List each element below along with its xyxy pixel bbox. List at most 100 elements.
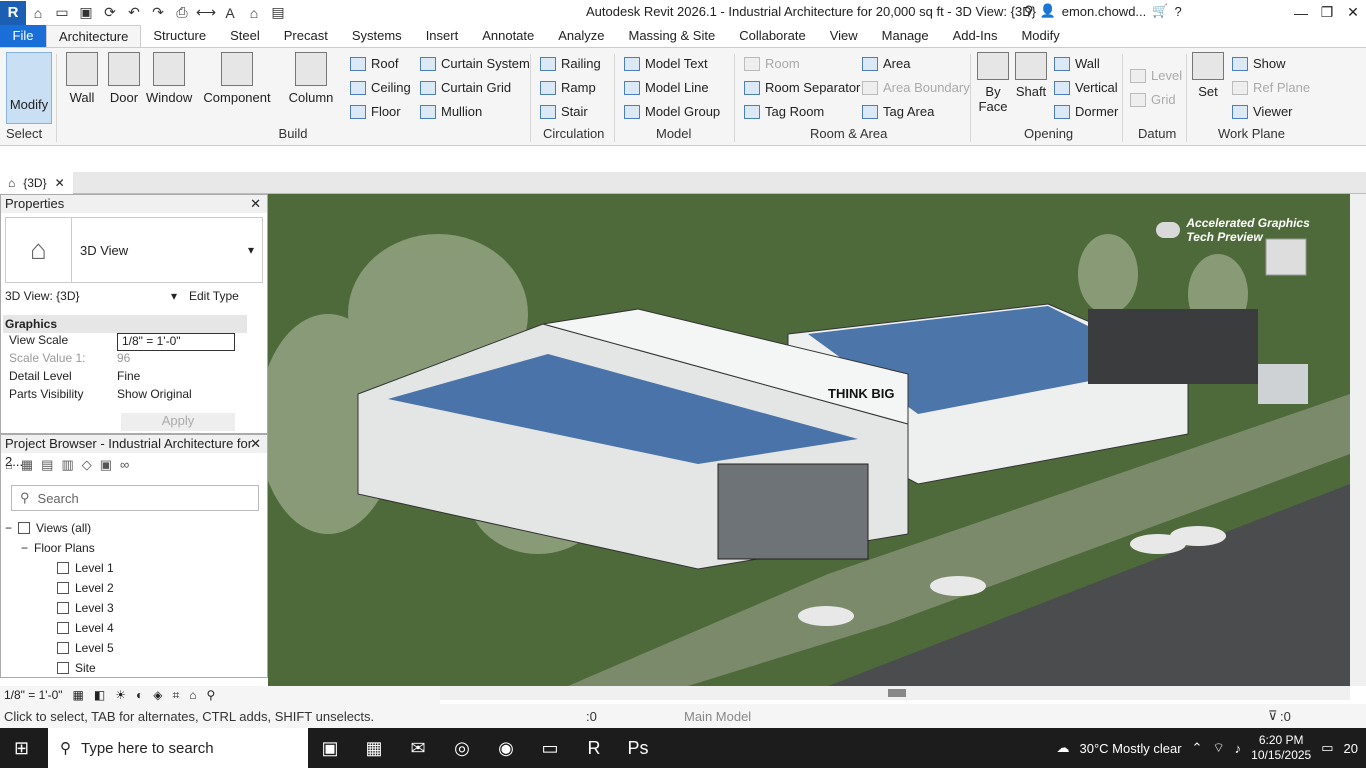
- collapse-icon[interactable]: −: [21, 541, 28, 555]
- floor-button[interactable]: Floor: [350, 104, 401, 119]
- sun-path-icon[interactable]: ☀: [115, 688, 126, 702]
- user-icon[interactable]: 👤: [1040, 3, 1056, 19]
- edge-icon[interactable]: ◎: [440, 728, 484, 768]
- model-text-button[interactable]: Model Text: [624, 56, 708, 71]
- 3d-viewport[interactable]: THINK BIG Accelerated Graphics Tech Prev…: [268, 194, 1350, 686]
- clock[interactable]: 6:20 PM 10/15/2025: [1251, 733, 1311, 763]
- apply-button[interactable]: Apply: [121, 413, 235, 431]
- by-face-button[interactable]: By Face: [976, 52, 1010, 114]
- tab-insert[interactable]: Insert: [414, 25, 471, 47]
- property-value[interactable]: Show Original: [117, 387, 235, 405]
- network-icon[interactable]: ⌔: [1212, 740, 1224, 756]
- views-icon[interactable]: ▦: [21, 457, 33, 473]
- column-button[interactable]: Column: [288, 52, 334, 105]
- lock-view-icon[interactable]: ⌂: [189, 688, 196, 702]
- opening-wall-button[interactable]: Wall: [1054, 56, 1100, 71]
- instance-selector[interactable]: 3D View: {3D}: [5, 289, 80, 303]
- task-view-icon[interactable]: ▣: [308, 728, 352, 768]
- windows-start-icon[interactable]: ⊞: [14, 738, 29, 759]
- schedules-icon[interactable]: ▥: [61, 457, 73, 473]
- select-panel-label[interactable]: Select: [6, 126, 42, 141]
- ceiling-button[interactable]: Ceiling: [350, 80, 411, 95]
- tree-item[interactable]: Level 4: [57, 621, 114, 635]
- stair-button[interactable]: Stair: [540, 104, 588, 119]
- main-model[interactable]: Main Model: [684, 709, 751, 724]
- detail-level-icon[interactable]: ▦: [73, 688, 84, 702]
- building-render[interactable]: THINK BIG: [268, 194, 1350, 686]
- tree-item[interactable]: Level 2: [57, 581, 114, 595]
- measure-icon[interactable]: ⟷: [194, 2, 218, 24]
- view-cube-icon[interactable]: [1265, 238, 1307, 276]
- 3d-view-icon[interactable]: ⌂: [242, 2, 266, 24]
- tab-manage[interactable]: Manage: [870, 25, 941, 47]
- viewer-button[interactable]: Viewer: [1232, 104, 1293, 119]
- tree-item[interactable]: Level 3: [57, 601, 114, 615]
- ramp-button[interactable]: Ramp: [540, 80, 596, 95]
- close-icon[interactable]: ✕: [55, 176, 65, 190]
- chevron-up-icon[interactable]: ⌃: [1192, 740, 1203, 756]
- hide-isolate-icon[interactable]: ⚲: [206, 688, 215, 702]
- redo-icon[interactable]: ↷: [146, 2, 170, 24]
- render-icon[interactable]: ◈: [153, 688, 162, 702]
- weather-icon[interactable]: ☁: [1057, 740, 1070, 756]
- taskbar-search[interactable]: ⚲ Type here to search: [48, 728, 308, 768]
- tab-analyze[interactable]: Analyze: [546, 25, 616, 47]
- chevron-down-icon[interactable]: ▾: [171, 289, 177, 303]
- view-tab-3d[interactable]: ⌂ {3D} ✕: [0, 172, 73, 194]
- chevron-down-icon[interactable]: ▾: [248, 243, 254, 257]
- graphics-section[interactable]: Graphics: [3, 315, 247, 333]
- roof-button[interactable]: Roof: [350, 56, 398, 71]
- filter-count[interactable]: :0: [1280, 709, 1291, 724]
- close-button[interactable]: ✕: [1340, 0, 1366, 25]
- tab-precast[interactable]: Precast: [272, 25, 340, 47]
- home-icon[interactable]: ⌂: [26, 2, 50, 24]
- browser-search[interactable]: ⚲ Search: [11, 485, 259, 511]
- area-button[interactable]: Area: [862, 56, 910, 71]
- help-icon[interactable]: ?: [1174, 4, 1181, 19]
- volume-icon[interactable]: ♪: [1235, 741, 1242, 756]
- wall-button[interactable]: Wall: [64, 52, 100, 105]
- collapse-icon[interactable]: −: [5, 521, 12, 535]
- file-explorer-icon[interactable]: ▭: [528, 728, 572, 768]
- print-icon[interactable]: ⎙: [170, 2, 194, 24]
- window-button[interactable]: Window: [146, 52, 192, 105]
- binoculars-icon[interactable]: ⚲: [1024, 3, 1034, 19]
- type-selector[interactable]: ⌂ 3D View ▾: [5, 217, 263, 283]
- area-boundary-button[interactable]: Area Boundary: [862, 80, 970, 95]
- tab-systems[interactable]: Systems: [340, 25, 414, 47]
- switch-windows-icon[interactable]: ▤: [266, 2, 290, 24]
- room-button[interactable]: Room: [744, 56, 800, 71]
- grid-button[interactable]: Grid: [1130, 92, 1176, 107]
- edit-type-button[interactable]: Edit Type: [189, 289, 239, 303]
- sheets-icon[interactable]: ▤: [41, 457, 53, 473]
- minimize-button[interactable]: —: [1288, 0, 1314, 25]
- tree-floor-plans[interactable]: − Floor Plans: [21, 541, 95, 555]
- tab-structure[interactable]: Structure: [141, 25, 218, 47]
- close-icon[interactable]: ✕: [250, 195, 261, 213]
- curtain-grid-button[interactable]: Curtain Grid: [420, 80, 511, 95]
- view-scale[interactable]: 1/8" = 1'-0": [4, 688, 63, 702]
- tab-modify[interactable]: Modify: [1009, 25, 1071, 47]
- links-icon[interactable]: ∞: [120, 457, 129, 473]
- level-button[interactable]: Level: [1130, 68, 1182, 83]
- restore-button[interactable]: ❐: [1314, 0, 1340, 25]
- open-icon[interactable]: ▭: [50, 2, 74, 24]
- shadows-icon[interactable]: ◐: [136, 688, 143, 702]
- tree-item[interactable]: Level 5: [57, 641, 114, 655]
- tree-item[interactable]: Level 1: [57, 561, 114, 575]
- notification-icon[interactable]: ▭: [1321, 740, 1333, 756]
- revit-icon[interactable]: R: [572, 728, 616, 768]
- save-icon[interactable]: ▣: [74, 2, 98, 24]
- undo-icon[interactable]: ↶: [122, 2, 146, 24]
- text-icon[interactable]: A: [218, 2, 242, 24]
- outlook-icon[interactable]: ✉: [396, 728, 440, 768]
- notification-count[interactable]: 20: [1344, 741, 1358, 756]
- tab-annotate[interactable]: Annotate: [470, 25, 546, 47]
- horizontal-scrollbar[interactable]: [440, 686, 1350, 700]
- tab-file[interactable]: File: [0, 25, 46, 47]
- crop-icon[interactable]: ⌗: [172, 688, 179, 703]
- show-button[interactable]: Show: [1232, 56, 1286, 71]
- railing-button[interactable]: Railing: [540, 56, 601, 71]
- photoshop-icon[interactable]: Ps: [616, 728, 660, 768]
- tag-area-button[interactable]: Tag Area: [862, 104, 934, 119]
